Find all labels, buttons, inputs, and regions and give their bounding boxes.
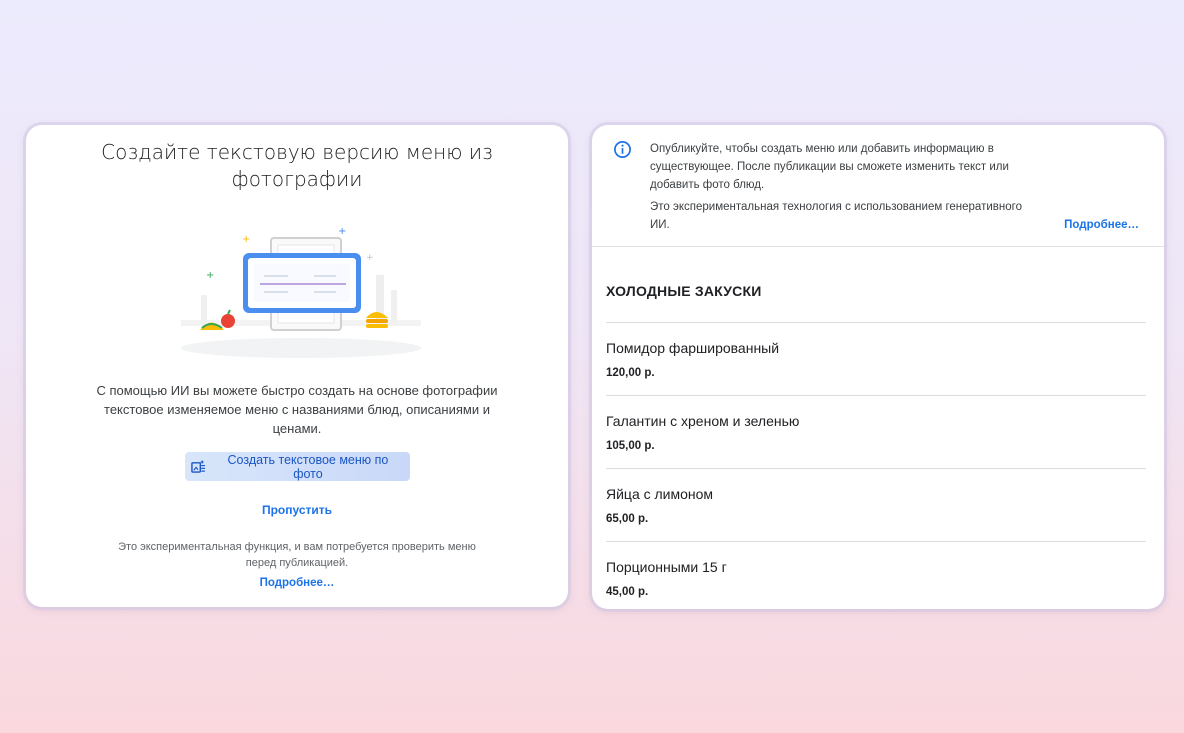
menu-item-price: 120,00 р. [606, 367, 655, 379]
menu-item-price: 105,00 р. [606, 440, 655, 452]
menu-item-name: Порционными 15 г [606, 559, 727, 575]
create-text-menu-label: Создать текстовое меню по фото [227, 452, 389, 481]
menu-item[interactable]: Галантин с хреном и зеленью 105,00 р. [606, 395, 1146, 468]
menu-item-name: Помидор фаршированный [606, 340, 780, 356]
menu-item-price: 45,00 р. [606, 586, 649, 598]
menu-item[interactable]: Порционными 15 г 45,00 р. [606, 541, 1146, 609]
photo-to-text-icon [191, 459, 205, 473]
create-menu-card: Создайте текстовую версию меню из фотогр… [26, 125, 568, 607]
menu-item-name: Галантин с хреном и зеленью [606, 413, 800, 429]
svg-text:+: + [242, 234, 250, 245]
learn-more-link[interactable]: Подробнее… [26, 577, 568, 589]
create-menu-description: С помощью ИИ вы можете быстро создать на… [96, 383, 498, 436]
info-learn-more-link[interactable]: Подробнее… [1064, 216, 1139, 234]
menu-section-title: ХОЛОДНЫЕ ЗАКУСКИ [606, 283, 762, 299]
svg-text:+: + [206, 270, 214, 281]
menu-item-price: 65,00 р. [606, 513, 649, 525]
menu-preview-card: Опубликуйте, чтобы создать меню или доба… [592, 125, 1164, 609]
menu-item[interactable]: Яйца с лимоном 65,00 р. [606, 468, 1146, 541]
menu-item-name: Яйца с лимоном [606, 486, 714, 502]
info-icon [614, 141, 631, 158]
create-text-menu-button[interactable]: Создать текстовое меню по фото [185, 452, 410, 481]
svg-text:+: + [338, 226, 346, 237]
create-menu-title: Создайте текстовую версию меню из фотогр… [101, 140, 493, 191]
experimental-note: Это экспериментальная функция, и вам пот… [118, 541, 476, 569]
menu-item-list: Помидор фаршированный 120,00 р. Галантин… [606, 322, 1146, 609]
info-banner: Опубликуйте, чтобы создать меню или доба… [592, 125, 1164, 247]
info-text: Опубликуйте, чтобы создать меню или доба… [650, 143, 1009, 191]
skip-link[interactable]: Пропустить [26, 503, 568, 517]
svg-text:+: + [366, 253, 374, 263]
menu-item[interactable]: Помидор фаршированный 120,00 р. [606, 322, 1146, 395]
info-experimental-text: Это экспериментальная технология с испол… [650, 201, 1022, 231]
menu-scan-illustration: + + + + [181, 226, 421, 358]
